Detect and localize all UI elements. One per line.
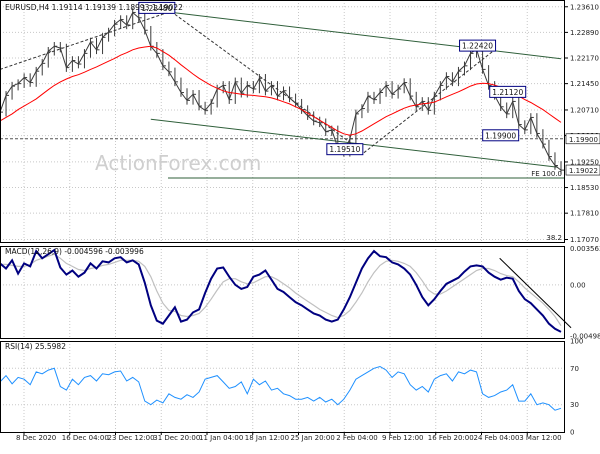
price-y-tick-label: 1.18530 bbox=[570, 184, 599, 192]
axis-layer: 1.23610 1.22890 1.22170 1.21450 1.20710 1.199… bbox=[16, 3, 600, 442]
rsi-panel-title: RSI(14) 25.5982 bbox=[5, 342, 66, 351]
series-layer bbox=[0, 8, 564, 411]
price-y-tick-label: 1.23610 bbox=[570, 3, 599, 11]
x-tick-label: 11 Jan 04:00 bbox=[199, 434, 243, 442]
fe-label: FE 100.0 bbox=[531, 170, 562, 178]
x-tick-label: 8 Dec 2020 bbox=[16, 434, 56, 442]
price-bars bbox=[0, 8, 564, 175]
rsi-y-tick-label: 70 bbox=[570, 365, 579, 373]
price-annotation-label: 1.19510 bbox=[329, 145, 360, 154]
macd-y-tick-label: 0.003563 bbox=[570, 245, 600, 253]
x-tick-label: 18 Jan 12:00 bbox=[245, 434, 289, 442]
x-tick-label: 9 Feb 12:00 bbox=[382, 434, 423, 442]
chart-root: ActionForex.com 1.23480 1.19510 1.22420 1.2… bbox=[0, 0, 600, 450]
x-tick-label: 24 Feb 04:00 bbox=[474, 434, 520, 442]
macd-y-tick-label: 0.00 bbox=[570, 281, 586, 289]
x-tick-label: 2 Feb 04:00 bbox=[336, 434, 377, 442]
price-y-tick-label: 1.22170 bbox=[570, 55, 599, 63]
hline-value-tag: 1.19900 bbox=[569, 136, 598, 144]
macd-trend-line bbox=[499, 257, 572, 329]
rsi-y-tick-label: 30 bbox=[570, 401, 579, 409]
price-panel-title: EURUSD,H4 1.19114 1.19139 1.18993 1.1902… bbox=[5, 3, 183, 12]
price-annotation-label: 1.21120 bbox=[492, 88, 523, 97]
frame-layer bbox=[0, 0, 565, 433]
macd-panel-title: MACD(12,26,9) -0.004596 -0.003996 bbox=[5, 247, 144, 256]
rsi-panel-frame bbox=[0, 341, 565, 433]
price-y-tick-label: 1.17810 bbox=[570, 210, 599, 218]
rsi-line bbox=[0, 365, 562, 411]
price-annotation-label: 1.19900 bbox=[485, 131, 516, 140]
macd-line bbox=[0, 248, 562, 333]
x-tick-label: 16 Feb 20:00 bbox=[428, 434, 474, 442]
price-y-tick-label: 1.21450 bbox=[570, 80, 599, 88]
price-annotation-label: 1.22420 bbox=[462, 42, 493, 51]
channel-upper-line bbox=[156, 10, 562, 60]
price-y-tick-label: 1.22890 bbox=[570, 29, 599, 37]
rsi-y-tick-label: 0 bbox=[570, 429, 574, 437]
dashed-trend-line bbox=[0, 10, 172, 70]
current-price-tag: 1.19022 bbox=[569, 167, 598, 175]
label-layer: 1.234801.195101.224201.211201.19900FE 10… bbox=[138, 1, 562, 242]
rsi-y-tick-label: 100 bbox=[570, 338, 583, 346]
x-tick-label: 23 Dec 12:00 bbox=[108, 434, 155, 442]
chart-svg: ActionForex.com 1.234801.195101.224201.2… bbox=[0, 0, 600, 442]
x-tick-label: 25 Jan 20:00 bbox=[291, 434, 335, 442]
price-panel-frame bbox=[0, 0, 565, 243]
price-y-tick-label: 1.17070 bbox=[570, 236, 599, 244]
x-tick-label: 3 Mar 12:00 bbox=[519, 434, 561, 442]
dashed-trend-line bbox=[363, 48, 496, 154]
x-tick-label: 31 Dec 20:00 bbox=[153, 434, 200, 442]
x-tick-label: 16 Dec 04:00 bbox=[62, 434, 109, 442]
price-y-tick-label: 1.20710 bbox=[570, 106, 599, 114]
watermark: ActionForex.com bbox=[95, 151, 261, 175]
fib-38-label: 38.2 bbox=[546, 234, 562, 242]
